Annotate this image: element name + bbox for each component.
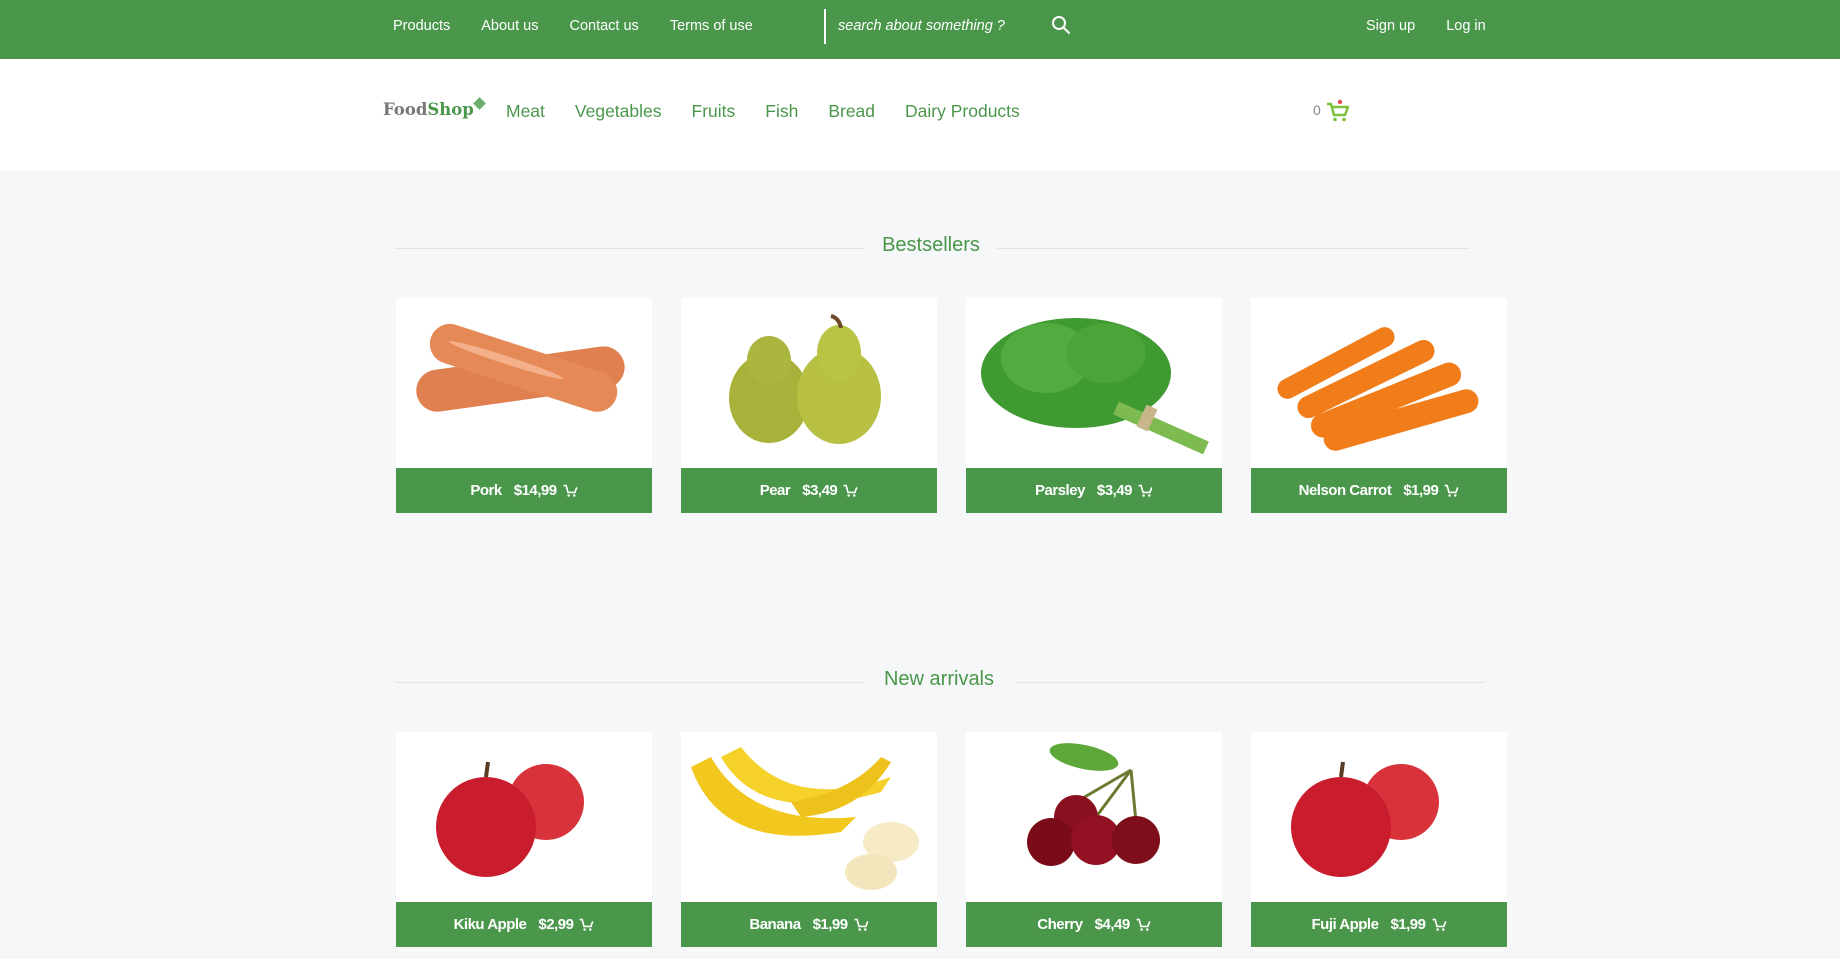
category-meat[interactable]: Meat [506, 101, 545, 122]
carrot-image [1277, 327, 1479, 451]
logo-text-shop: Shop [427, 100, 474, 119]
cherry-image [1027, 743, 1160, 866]
cart-icon [1138, 484, 1153, 497]
product-price: $1,99 [812, 916, 849, 933]
new-arrivals-title: New arrivals [883, 668, 995, 690]
product-name: Pork [470, 482, 502, 499]
cart-icon [1432, 918, 1447, 931]
product-card-pear[interactable]: Pear $3,49 [681, 298, 937, 513]
nav-link-contact-us[interactable]: Contact us [569, 18, 638, 34]
product-name: Pear [759, 482, 791, 499]
add-to-cart-bar[interactable]: Fuji Apple $1,99 [1251, 902, 1507, 947]
add-to-cart-bar[interactable]: Parsley $3,49 [966, 468, 1222, 513]
category-fruits[interactable]: Fruits [692, 101, 736, 122]
logo[interactable]: FoodShop [383, 97, 486, 119]
top-bar: Products About us Contact us Terms of us… [0, 0, 1840, 59]
sign-up-link[interactable]: Sign up [1366, 18, 1415, 34]
product-name: Parsley [1035, 482, 1085, 499]
cart-icon [1136, 918, 1151, 931]
top-nav: Products About us Contact us Terms of us… [393, 0, 784, 52]
search-button[interactable] [1049, 14, 1073, 38]
add-to-cart-bar[interactable]: Cherry $4,49 [966, 902, 1222, 947]
cart-icon [843, 484, 858, 497]
nav-link-products[interactable]: Products [393, 18, 450, 34]
product-price: $2,99 [538, 916, 574, 933]
search-divider [824, 9, 826, 44]
category-fish[interactable]: Fish [765, 101, 798, 122]
cart-count: 0 [1313, 102, 1321, 118]
product-price: $1,99 [1390, 916, 1426, 933]
product-name: Banana [749, 916, 801, 933]
search-icon [1052, 15, 1070, 34]
product-price: $4,49 [1094, 916, 1131, 933]
nav-link-about-us[interactable]: About us [481, 18, 538, 34]
add-to-cart-bar[interactable]: Nelson Carrot $1,99 [1251, 468, 1507, 513]
category-dairy-products[interactable]: Dairy Products [905, 101, 1020, 122]
section-divider-left [395, 248, 865, 249]
product-card-cherry[interactable]: Cherry $4,49 [966, 732, 1222, 947]
category-bread[interactable]: Bread [828, 101, 875, 122]
main-header: FoodShop Meat Vegetables Fruits Fish Bre… [0, 59, 1840, 171]
product-card-parsley[interactable]: Parsley $3,49 [966, 298, 1222, 513]
logo-diamond-icon [472, 97, 486, 110]
cart-icon [563, 484, 578, 497]
logo-text-food: Food [383, 100, 428, 119]
product-name: Cherry [1037, 916, 1083, 933]
section-divider-right [1015, 682, 1485, 683]
nav-link-terms-of-use[interactable]: Terms of use [670, 18, 753, 34]
cart-icon [1444, 484, 1459, 497]
category-vegetables[interactable]: Vegetables [575, 101, 662, 122]
product-card-nelson-carrot[interactable]: Nelson Carrot $1,99 [1251, 298, 1507, 513]
sausage-image [416, 323, 625, 412]
bestsellers-title: Bestsellers [882, 234, 980, 256]
product-price: $3,49 [802, 482, 838, 499]
parsley-image [981, 318, 1209, 455]
product-name: Nelson Carrot [1298, 482, 1392, 499]
product-card-banana[interactable]: Banana $1,99 [681, 732, 937, 947]
add-to-cart-bar[interactable]: Banana $1,99 [681, 902, 937, 947]
auth-nav: Sign up Log in [1366, 0, 1517, 52]
product-card-fuji-apple[interactable]: Fuji Apple $1,99 [1251, 732, 1507, 947]
add-to-cart-bar[interactable]: Kiku Apple $2,99 [396, 902, 652, 947]
category-nav: Meat Vegetables Fruits Fish Bread Dairy … [506, 101, 1050, 122]
pear-image [729, 314, 881, 444]
product-name: Fuji Apple [1311, 916, 1379, 933]
product-price: $1,99 [1403, 482, 1439, 499]
section-divider-right [997, 248, 1469, 249]
log-in-link[interactable]: Log in [1446, 18, 1486, 34]
cart-button[interactable]: 0 [1313, 99, 1350, 123]
product-price: $3,49 [1096, 482, 1133, 499]
product-price: $14,99 [513, 482, 557, 499]
search-input[interactable] [838, 13, 1038, 39]
cart-icon [854, 918, 869, 931]
apple-image [1291, 761, 1439, 877]
product-card-pork[interactable]: Pork $14,99 [396, 298, 652, 513]
product-name: Kiku Apple [453, 916, 527, 933]
add-to-cart-bar[interactable]: Pear $3,49 [681, 468, 937, 513]
product-card-kiku-apple[interactable]: Kiku Apple $2,99 [396, 732, 652, 947]
add-to-cart-bar[interactable]: Pork $14,99 [396, 468, 652, 513]
section-divider-left [395, 682, 865, 683]
shopping-cart-icon [1326, 99, 1349, 122]
cart-icon [580, 918, 594, 931]
banana-image [691, 747, 919, 890]
apple-image [436, 761, 584, 877]
